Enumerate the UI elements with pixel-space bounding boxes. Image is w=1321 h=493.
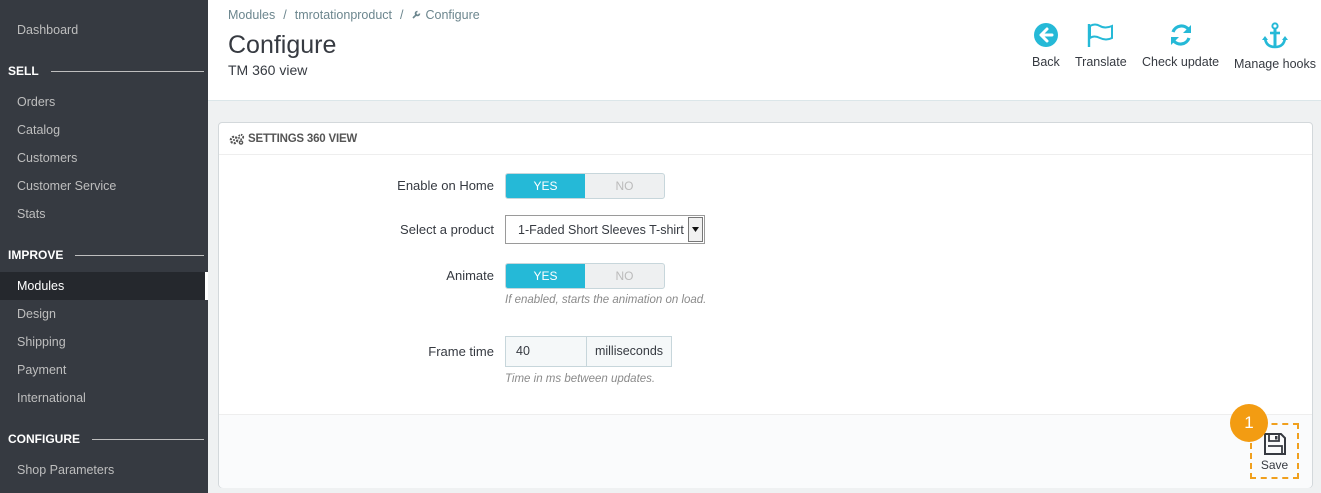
product-label: Select a product: [400, 222, 494, 237]
sidebar-section-label: SELL: [8, 64, 39, 78]
wrench-icon: [411, 9, 422, 22]
sidebar-item-customers[interactable]: Customers: [0, 144, 208, 172]
sidebar-section-label: IMPROVE: [8, 248, 64, 262]
step-badge: 1: [1230, 404, 1268, 442]
check-update-label: Check update: [1142, 55, 1220, 69]
sidebar-section-sell: SELL: [8, 61, 204, 81]
dropdown-arrow-icon: [688, 217, 703, 242]
animate-yes[interactable]: YES: [506, 264, 585, 288]
panel-footer: [219, 414, 1312, 488]
breadcrumb-current: Configure: [425, 8, 480, 22]
check-update-button[interactable]: Check update: [1142, 22, 1219, 69]
breadcrumb-separator: /: [283, 8, 287, 22]
section-divider: [50, 70, 204, 72]
sidebar-item-catalog[interactable]: Catalog: [0, 116, 208, 144]
enable-home-no[interactable]: NO: [585, 174, 664, 198]
breadcrumb-module[interactable]: tmrotationproduct: [295, 8, 392, 22]
sidebar-item-orders[interactable]: Orders: [0, 88, 208, 116]
animate-switch: YES NO: [505, 263, 665, 289]
breadcrumb-modules[interactable]: Modules: [228, 8, 275, 22]
sidebar-section-label: CONFIGURE: [8, 432, 80, 446]
frame-time-input[interactable]: 40: [505, 336, 586, 367]
sidebar-item-dashboard[interactable]: Dashboard: [0, 16, 208, 44]
anchor-icon: [1262, 22, 1288, 49]
manage-hooks-button[interactable]: Manage hooks: [1234, 22, 1316, 71]
frame-time-help-text: Time in ms between updates.: [505, 373, 656, 385]
enable-home-yes[interactable]: YES: [506, 174, 585, 198]
sidebar-item-international[interactable]: International: [0, 384, 208, 412]
sidebar-item-shipping[interactable]: Shipping: [0, 328, 208, 356]
panel-heading: SETTINGS 360 VIEW: [219, 123, 1312, 155]
refresh-icon: [1170, 24, 1191, 46]
section-divider: [92, 438, 204, 440]
back-button[interactable]: Back: [1032, 22, 1060, 69]
sidebar: Dashboard SELL Orders Catalog Customers …: [0, 0, 208, 493]
sidebar-item-shop-parameters[interactable]: Shop Parameters: [0, 456, 208, 484]
product-selected-value: 1-Faded Short Sleeves T-shirt: [518, 222, 684, 237]
enable-home-label: Enable on Home: [397, 178, 494, 193]
page-title: Configure: [228, 31, 337, 59]
breadcrumb-separator: /: [400, 8, 404, 22]
sidebar-item-design[interactable]: Design: [0, 300, 208, 328]
sidebar-section-configure: CONFIGURE: [8, 429, 204, 449]
page-subtitle: TM 360 view: [228, 62, 308, 78]
sidebar-item-stats[interactable]: Stats: [0, 200, 208, 228]
translate-label: Translate: [1075, 55, 1127, 69]
sidebar-item-payment[interactable]: Payment: [0, 356, 208, 384]
section-divider: [75, 254, 204, 256]
translate-button[interactable]: Translate: [1075, 22, 1127, 69]
animate-label: Animate: [446, 268, 494, 283]
flag-icon: [1087, 23, 1113, 47]
animate-no[interactable]: NO: [585, 264, 664, 288]
back-circle-icon: [1033, 23, 1058, 47]
frame-time-label: Frame time: [428, 344, 494, 359]
floppy-disk-icon: [1263, 433, 1286, 455]
page-header: Modules / tmrotationproduct / Configure …: [208, 0, 1321, 101]
product-select[interactable]: 1-Faded Short Sleeves T-shirt: [505, 215, 705, 244]
settings-panel: SETTINGS 360 VIEW Enable on Home YES NO …: [218, 122, 1313, 488]
frame-time-unit: milliseconds: [586, 336, 672, 367]
panel-title: SETTINGS 360 VIEW: [248, 132, 358, 145]
manage-hooks-label: Manage hooks: [1234, 57, 1317, 71]
save-label: Save: [1260, 458, 1289, 472]
breadcrumb: Modules / tmrotationproduct / Configure: [228, 8, 480, 22]
sidebar-section-improve: IMPROVE: [8, 245, 204, 265]
sidebar-item-customer-service[interactable]: Customer Service: [0, 172, 208, 200]
back-label: Back: [1032, 55, 1060, 69]
sidebar-item-modules[interactable]: Modules: [0, 272, 208, 300]
enable-home-switch: YES NO: [505, 173, 665, 199]
cogs-icon: [229, 133, 245, 145]
animate-help-text: If enabled, starts the animation on load…: [505, 294, 707, 306]
